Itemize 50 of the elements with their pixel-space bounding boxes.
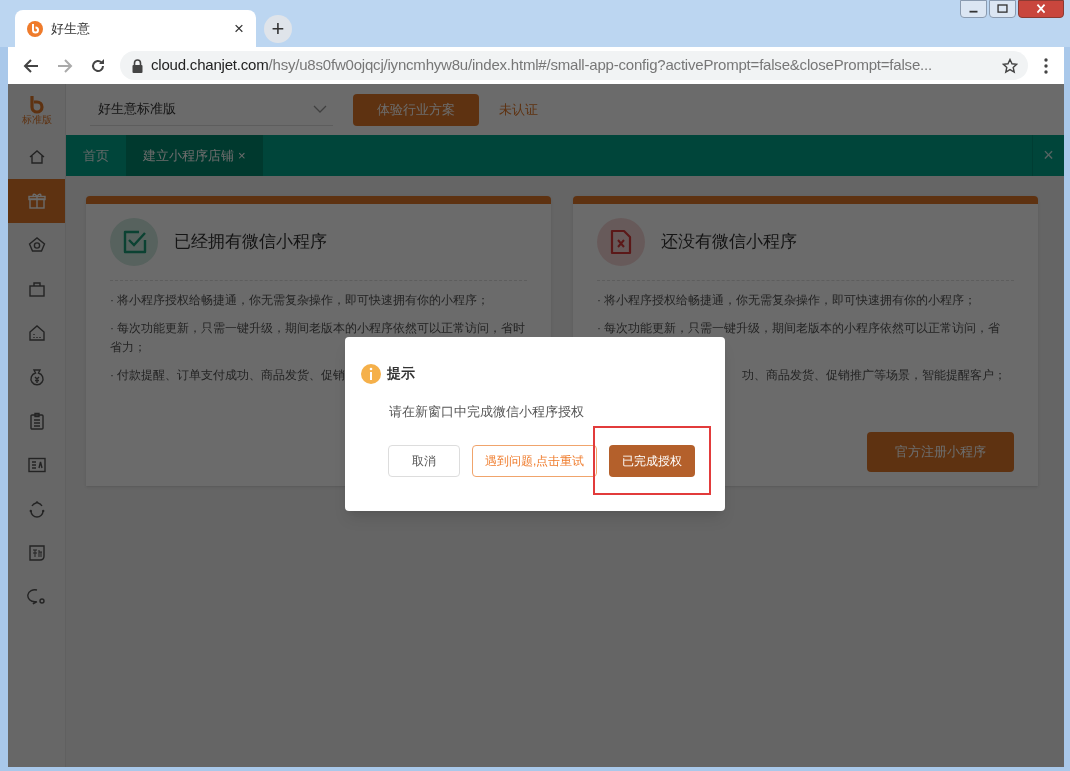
sidebar-item[interactable] [8, 179, 65, 223]
logo-icon [27, 94, 46, 115]
close-tab-button[interactable]: × [234, 20, 244, 37]
gift-icon [26, 191, 47, 211]
bullet-text: · 付款提醒、订单支付成功、商品发货、促销 [110, 367, 346, 384]
info-icon [361, 363, 381, 384]
confirm-button[interactable]: 已完成授权 [609, 444, 696, 477]
register-button[interactable]: 官方注册小程序 [867, 432, 1014, 472]
bag-icon [26, 279, 47, 299]
trial-button[interactable]: 体验行业方案 [353, 93, 479, 126]
page-tab[interactable]: 建立小程序店铺 × [126, 135, 263, 176]
chat-icon [26, 587, 47, 607]
dialog-message: 请在新窗口中完成微信小程序授权 [388, 403, 585, 421]
browser-tab[interactable]: 好生意 × [15, 10, 256, 47]
building-icon [26, 323, 47, 343]
card-title: 已经拥有微信小程序 [174, 231, 327, 254]
close-tabs-button[interactable]: × [1032, 135, 1064, 176]
edition-label: 标准版 [21, 114, 52, 125]
close-icon[interactable] [1018, 0, 1064, 18]
cancel-button[interactable]: 取消 [388, 444, 460, 477]
forward-icon[interactable] [56, 56, 74, 75]
dialog-title: 提示 [387, 364, 415, 383]
new-badge-icon [26, 543, 47, 563]
chevron-down-icon [313, 105, 327, 113]
bullet-text: · 每次功能更新，只需一键升级，期间老版本的小程序依然可以正常访问，省 [597, 320, 1001, 337]
bullet-text: 功、商品发货、促销推广等场景，智能提醒客户； [742, 367, 1006, 384]
back-icon[interactable] [22, 56, 40, 75]
retry-button[interactable]: 遇到问题,点击重试 [472, 444, 598, 477]
address-field[interactable]: cloud.chanjet.com/hsy/u8s0fw0ojqcj/iyncmhyw8u/index.html#/small-app-config?activePrompt=false&closePrompt=false... [120, 51, 1028, 80]
url-text: cloud.chanjet.com/hsy/u8s0fw0ojqcj/iyncmhyw8u/index.html#/small-app-config?activePrompt=false&closePrompt=false... [151, 55, 933, 76]
favicon-icon [27, 20, 43, 37]
bullet-text: · 将小程序授权给畅捷通，你无需复杂操作，即可快速拥有你的小程序； [110, 292, 490, 309]
lock-icon [132, 58, 143, 73]
card-title: 还没有微信小程序 [661, 231, 797, 254]
reload-icon[interactable] [90, 57, 106, 74]
check-square-icon [110, 218, 158, 266]
menu-icon[interactable] [1044, 57, 1048, 74]
product-select[interactable]: 好生意标准版 [90, 93, 333, 126]
page-tab[interactable]: 首页 [66, 135, 126, 176]
tab-title: 好生意 [51, 19, 91, 38]
id-card-icon [26, 455, 47, 475]
new-tab-button[interactable]: + [264, 14, 292, 43]
maximize-icon[interactable] [989, 0, 1016, 18]
file-x-icon [597, 218, 645, 266]
bullet-text: · 每次功能更新，只需一键升级，期间老版本的小程序依然可以正常访问，省时 省力； [110, 320, 526, 356]
bullet-text: · 将小程序授权给畅捷通，你无需复杂操作，即可快速拥有你的小程序； [597, 292, 977, 309]
certification-status: 未认证 [499, 100, 538, 119]
minimize-icon[interactable] [960, 0, 987, 18]
star-icon[interactable] [1002, 57, 1018, 74]
close-tab-button[interactable]: × [238, 145, 246, 166]
